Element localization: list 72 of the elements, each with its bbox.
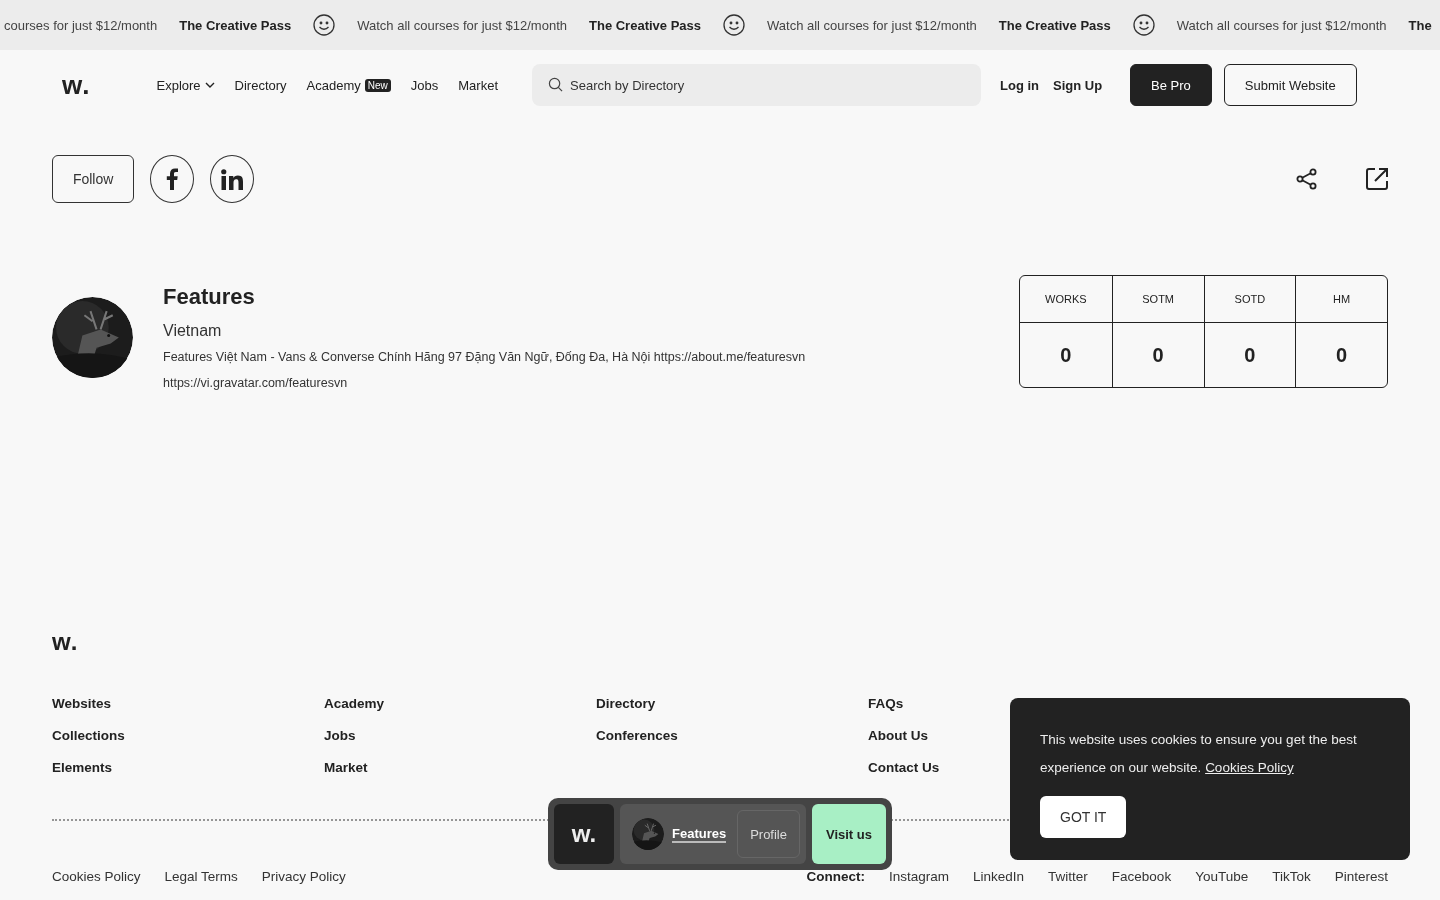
follow-button[interactable]: Follow	[52, 155, 135, 203]
footer-link[interactable]: Contact Us	[868, 760, 940, 775]
smiley-icon	[723, 14, 745, 36]
promo-text: Watch all courses for just $12/month	[767, 17, 977, 33]
stat-value: 0	[1203, 322, 1296, 387]
footer-link[interactable]: Directory	[596, 696, 656, 711]
promo-title: The	[1408, 17, 1432, 33]
profile-name-link[interactable]: Features	[672, 825, 727, 843]
profile-url[interactable]: https://vi.gravatar.com/featuresvn	[163, 376, 1019, 390]
nav-link[interactable]: Market	[458, 77, 498, 93]
search-field[interactable]: Search by Directory	[532, 64, 981, 106]
logo[interactable]: w.	[62, 69, 91, 101]
promo-title: The Creative Pass	[998, 17, 1111, 33]
social-link[interactable]: Pinterest	[1334, 869, 1388, 884]
auth-link[interactable]: Log in	[1000, 77, 1039, 93]
footer-link[interactable]: Collections	[52, 728, 125, 743]
footer-link[interactable]: Market	[324, 760, 368, 775]
visit-button[interactable]: Visit us	[812, 804, 886, 864]
footer-link[interactable]: Websites	[52, 696, 112, 711]
smiley-icon	[1132, 14, 1155, 36]
promo-title: The Creative Pass	[589, 17, 701, 33]
stat-label: SOTD	[1203, 276, 1296, 322]
legal-link[interactable]: Legal Terms	[164, 869, 238, 884]
cookies-policy-link[interactable]: Cookies Policy	[1205, 760, 1294, 775]
promo-text: Watch all courses for just $12/month	[357, 17, 567, 33]
linkedin-icon	[221, 168, 244, 190]
footer-link[interactable]: Elements	[52, 760, 113, 775]
auth-link[interactable]: Sign Up	[1053, 77, 1103, 93]
external-link-icon[interactable]	[1366, 168, 1388, 190]
be-pro-button[interactable]: Be Pro	[1130, 64, 1212, 106]
stat-label: SOTM	[1111, 276, 1204, 322]
stat-label: WORKS	[1044, 292, 1088, 307]
got-it-button[interactable]: GOT IT	[1040, 796, 1127, 838]
footer-link[interactable]: About Us	[868, 728, 928, 743]
nav-link[interactable]: Jobs	[410, 77, 439, 93]
footer-link[interactable]: Jobs	[324, 728, 356, 743]
stat-value: 0	[1111, 322, 1204, 387]
submit-website-button[interactable]: Submit Website	[1223, 64, 1357, 106]
social-link[interactable]: Twitter	[1048, 869, 1088, 884]
promo-text: Watch all courses for just $12/month	[1176, 17, 1387, 33]
stat-value: 0	[1295, 322, 1387, 387]
promo-title: The Creative Pass	[179, 17, 292, 33]
legal-link[interactable]: Privacy Policy	[261, 869, 346, 884]
social-link[interactable]: Instagram	[889, 869, 950, 884]
share-icon[interactable]	[1296, 168, 1318, 190]
nav-link[interactable]: Explore	[156, 77, 215, 93]
profile-name: Features	[163, 284, 256, 310]
search-icon	[548, 77, 563, 92]
connect-label: Connect:	[806, 869, 865, 884]
profile-button[interactable]: Profile	[737, 810, 800, 858]
profile-bio: Features Việt Nam - Vans & Converse Chính Hãng 97 Đặng Văn Ngữ, Đống Đa, Hà Nội https://about.me/featuresvn	[163, 350, 807, 364]
profile-country: Vietnam	[163, 322, 223, 340]
social-link[interactable]: Facebook	[1111, 869, 1172, 884]
footer-link[interactable]: FAQs	[868, 696, 904, 711]
footer-link[interactable]: Academy	[324, 696, 385, 711]
footer-logo[interactable]: w.	[52, 628, 79, 655]
stat-label: HM	[1295, 276, 1387, 322]
new-badge: New	[364, 78, 391, 92]
footer-link[interactable]: Conferences	[596, 728, 678, 743]
cookie-message: This website uses cookies to ensure you get the best experience on our website. Cookies Policy	[1040, 731, 1358, 777]
nav-link[interactable]: Academy New	[306, 77, 391, 93]
social-link[interactable]: LinkedIn	[973, 869, 1025, 884]
legal-link[interactable]: Cookies Policy	[52, 869, 141, 884]
smiley-icon	[313, 14, 336, 36]
bar-logo[interactable]: w.	[554, 804, 614, 864]
social-link[interactable]: TikTok	[1272, 869, 1311, 884]
promo-text: courses for just $12/month	[4, 17, 158, 33]
stat-value: 0	[1020, 322, 1112, 387]
nav-link[interactable]: Directory	[234, 77, 287, 93]
social-link[interactable]: YouTube	[1195, 869, 1249, 884]
facebook-icon	[166, 168, 179, 190]
chevron-down-icon	[204, 82, 215, 88]
